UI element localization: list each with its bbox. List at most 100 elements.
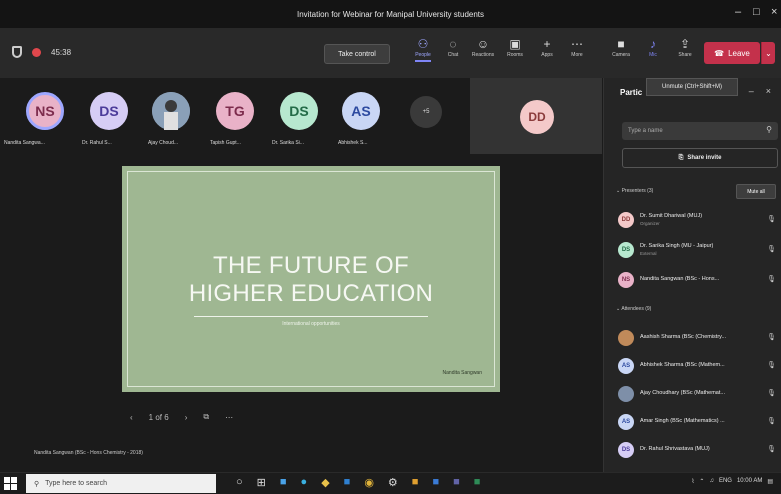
- chat-button[interactable]: ◌ Chat: [440, 36, 466, 58]
- take-control-button[interactable]: Take control: [324, 44, 390, 64]
- slide-author: Nandita Sangwan: [442, 370, 482, 376]
- next-slide-icon[interactable]: ›: [185, 413, 188, 422]
- mic-muted-icon: 🎙︎: [767, 390, 776, 397]
- slide-title: THE FUTURE OF HIGHER EDUCATION: [188, 252, 434, 307]
- mic-muted-icon: 🎙︎: [767, 216, 776, 223]
- more-options-icon[interactable]: ⋯: [225, 413, 233, 422]
- slide-page-indicator: 1 of 6: [148, 412, 169, 422]
- avatar: AS: [618, 414, 634, 430]
- share-button[interactable]: ⇪ Share: [672, 36, 698, 58]
- mute-all-button[interactable]: Mute all: [736, 184, 776, 199]
- mic-muted-icon: 🎙︎: [767, 246, 776, 253]
- avatar[interactable]: NS: [26, 92, 64, 130]
- task-view-icon[interactable]: ○: [236, 476, 243, 489]
- participant-name: Nandita Sangwa...: [4, 140, 45, 146]
- chrome-icon[interactable]: ◉: [364, 476, 374, 489]
- leave-options-button[interactable]: ⌄: [761, 42, 775, 64]
- people-icon: ⚇: [417, 37, 429, 51]
- unmute-tooltip: Unmute (Ctrl+Shift+M): [646, 78, 738, 96]
- avatar[interactable]: AS: [342, 92, 380, 130]
- participant-search-input[interactable]: Type a name ⚲: [622, 122, 778, 140]
- avatar: NS: [618, 272, 634, 288]
- participant-row[interactable]: Ajay Choudhary (BSc (Mathemat... 🎙︎: [618, 384, 780, 408]
- avatar[interactable]: TG: [216, 92, 254, 130]
- camera-button[interactable]: ■ Camera: [608, 36, 634, 58]
- app-icon[interactable]: ■: [474, 476, 481, 489]
- language-indicator[interactable]: ENG: [719, 478, 732, 485]
- participant-name: Abhishek S...: [338, 140, 368, 146]
- attendees-header[interactable]: ⌄ Attendees (9): [616, 306, 651, 312]
- participant-row[interactable]: AS Abhishek Sharma (BSc (Mathem... 🎙︎: [618, 356, 780, 380]
- notifications-icon[interactable]: ▤: [767, 478, 773, 485]
- maximize-icon[interactable]: □: [753, 6, 760, 18]
- slide-subtitle: International opportunities: [282, 321, 340, 327]
- minimize-icon[interactable]: –: [735, 6, 741, 18]
- presenter-label: Nandita Sangwan (BSc - Hons Chemistry - …: [34, 450, 143, 456]
- grid-view-icon[interactable]: ⧉: [203, 412, 209, 422]
- participants-panel: Partic – × Type a name ⚲ ⎘ Share invite …: [603, 78, 781, 472]
- participant-row[interactable]: DD Dr. Sumit Dhariwal (MUJ) Organizer 🎙︎: [618, 210, 780, 234]
- apps-button[interactable]: + Apps: [534, 36, 560, 58]
- app-icon[interactable]: ■: [432, 476, 439, 489]
- presenters-header[interactable]: ⌄ Presenters (3): [616, 188, 653, 194]
- app-icon[interactable]: ■: [344, 476, 351, 489]
- avatar: AS: [618, 358, 634, 374]
- more-participants-button[interactable]: +5: [410, 96, 442, 128]
- participant-name: Dr. Rahul S...: [82, 140, 112, 146]
- avatar: DS: [618, 442, 634, 458]
- participant-name: Dr. Rahul Shrivastava (MUJ): [640, 446, 710, 452]
- participant-name: Dr. Sarika Si...: [272, 140, 304, 146]
- more-icon: ⋯: [571, 37, 583, 51]
- participant-row[interactable]: Aashish Sharma (BSc (Chemistry... 🎙︎: [618, 328, 780, 352]
- app-icon[interactable]: ■: [280, 476, 287, 489]
- more-button[interactable]: ⋯ More: [564, 36, 590, 58]
- participant-name: Ajay Choudhary (BSc (Mathemat...: [640, 390, 725, 396]
- participant-row[interactable]: DS Dr. Rahul Shrivastava (MUJ) 🎙︎: [618, 440, 780, 464]
- close-icon[interactable]: ×: [771, 6, 777, 18]
- search-icon: ⚲: [766, 125, 772, 134]
- reactions-button[interactable]: ☺ Reactions: [470, 36, 496, 58]
- share-invite-button[interactable]: ⎘ Share invite: [622, 148, 778, 168]
- app-icon[interactable]: ■: [412, 476, 419, 489]
- participant-row[interactable]: DS Dr. Sarika Singh (MU - Jaipur) External…: [618, 240, 780, 264]
- rooms-icon: ▣: [509, 37, 521, 51]
- window-title: Invitation for Webinar for Manipal Unive…: [296, 9, 485, 19]
- phone-icon: ☎: [714, 48, 725, 58]
- tray-chevron-icon[interactable]: ⌃: [699, 478, 704, 485]
- avatar-photo[interactable]: [152, 92, 190, 130]
- mic-muted-icon: 🎙︎: [767, 276, 776, 283]
- participant-name: Aashish Sharma (BSc (Chemistry...: [640, 334, 727, 340]
- people-button[interactable]: ⚇ People: [410, 36, 436, 62]
- reactions-icon: ☺: [476, 37, 490, 51]
- minimize-panel-icon[interactable]: –: [749, 86, 754, 96]
- volume-icon[interactable]: ♫: [709, 478, 714, 485]
- shield-icon: [12, 46, 22, 58]
- leave-button[interactable]: ☎ Leave: [704, 42, 760, 64]
- prev-slide-icon[interactable]: ‹: [130, 413, 133, 422]
- teams-icon[interactable]: ■: [453, 476, 460, 489]
- taskbar-search-input[interactable]: ⚲ Type here to search: [26, 474, 216, 493]
- clock[interactable]: 10:00 AM: [737, 478, 762, 485]
- mic-button[interactable]: ♪ Mic: [640, 36, 666, 58]
- meeting-timer: 45:38: [51, 47, 72, 57]
- participant-row[interactable]: AS Amar Singh (BSc (Mathematics) ... 🎙︎: [618, 412, 780, 436]
- slide-navigation: ‹ 1 of 6 › ⧉ ⋯: [130, 412, 233, 422]
- edge-icon[interactable]: ●: [301, 476, 308, 489]
- settings-icon[interactable]: ⚙: [388, 476, 398, 489]
- explorer-icon[interactable]: ◆: [321, 476, 329, 489]
- self-video-tile: DD: [470, 78, 602, 154]
- avatar[interactable]: DS: [90, 92, 128, 130]
- participant-name: Ajay Choud...: [148, 140, 179, 146]
- rooms-button[interactable]: ▣ Rooms: [502, 36, 528, 58]
- avatar: DS: [618, 242, 634, 258]
- panel-title: Partic: [620, 88, 643, 97]
- windows-start-icon[interactable]: [4, 477, 17, 490]
- widgets-icon[interactable]: ⊞: [257, 476, 266, 489]
- participant-row[interactable]: NS Nandita Sangwan (BSc - Hons... 🎙︎: [618, 270, 780, 294]
- avatar[interactable]: DS: [280, 92, 318, 130]
- close-panel-icon[interactable]: ×: [766, 86, 771, 96]
- mic-icon: ♪: [650, 37, 656, 51]
- network-icon[interactable]: ⌇: [691, 478, 694, 485]
- share-invite-icon: ⎘: [678, 154, 684, 161]
- apps-icon: +: [543, 37, 551, 51]
